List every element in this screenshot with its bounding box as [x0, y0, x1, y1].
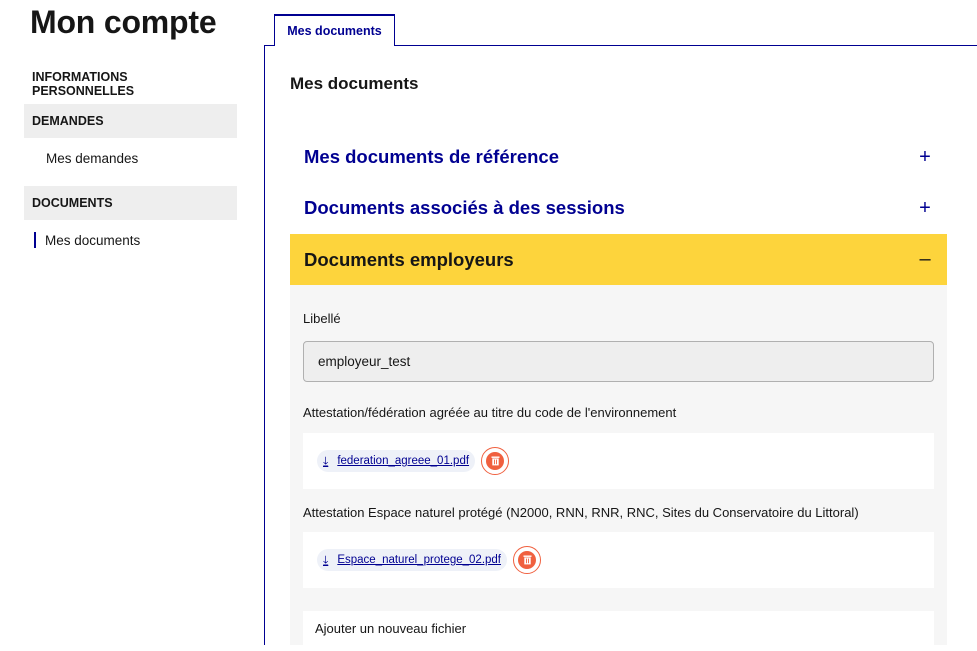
accordion-label: Documents employeurs: [304, 248, 514, 270]
sidebar-section-demandes: DEMANDES: [24, 104, 237, 138]
file-name: federation_agreee_01.pdf: [337, 455, 470, 467]
sidebar-section-label: DEMANDES: [32, 114, 104, 128]
libelle-label: Libellé: [303, 311, 341, 326]
plus-icon: +: [919, 145, 931, 168]
minus-icon: –: [919, 248, 931, 270]
accordion-documents-associes-sessions[interactable]: Documents associés à des sessions +: [290, 182, 947, 234]
plus-icon: +: [919, 196, 931, 219]
attestation-label: Attestation Espace naturel protégé (N200…: [303, 505, 859, 520]
trash-icon: [486, 452, 505, 470]
sidebar-section-label: DOCUMENTS: [32, 196, 113, 210]
sidebar-item-mes-documents[interactable]: Mes documents: [24, 220, 237, 260]
file-row: ⤓ Espace_naturel_protege_02.pdf: [303, 532, 934, 588]
accordion-label: Documents associés à des sessions: [304, 197, 625, 218]
page-title: Mon compte: [30, 4, 217, 40]
download-icon: ⤓: [323, 552, 329, 567]
tab-label: Mes documents: [287, 24, 382, 38]
file-row: ⤓ federation_agreee_01.pdf: [303, 433, 934, 489]
sidebar-item-label: Mes documents: [45, 232, 141, 248]
sidebar-section-documents: DOCUMENTS: [24, 186, 237, 220]
download-icon: ⤓: [323, 453, 329, 468]
active-indicator: [34, 232, 36, 248]
sidebar-item-label: Mes demandes: [46, 150, 139, 166]
sidebar-section-informations-personnelles[interactable]: INFORMATIONS PERSONNELLES: [24, 68, 237, 104]
file-name: Espace_naturel_protege_02.pdf: [337, 554, 501, 566]
add-file-label: Ajouter un nouveau fichier: [315, 621, 467, 636]
panel-title: Mes documents: [290, 74, 419, 93]
trash-icon: [518, 551, 536, 569]
accordion-mes-documents-de-reference[interactable]: Mes documents de référence +: [290, 132, 947, 182]
accordion-label: Mes documents de référence: [304, 146, 559, 167]
sidebar-item-mes-demandes[interactable]: Mes demandes: [24, 138, 237, 178]
accordion-documents-employeurs[interactable]: Documents employeurs –: [290, 234, 947, 285]
delete-file-button[interactable]: [513, 546, 541, 574]
file-download-link[interactable]: ⤓ Espace_naturel_protege_02.pdf: [317, 549, 507, 571]
sidebar-menu: INFORMATIONS PERSONNELLES DEMANDES Mes d…: [24, 68, 237, 260]
tab-mes-documents[interactable]: Mes documents: [274, 14, 395, 46]
libelle-input[interactable]: [303, 341, 934, 382]
file-download-link[interactable]: ⤓ federation_agreee_01.pdf: [317, 450, 476, 472]
attestation-label: Attestation/fédération agréée au titre d…: [303, 405, 677, 420]
add-file-section: Ajouter un nouveau fichier: [303, 611, 934, 651]
delete-file-button[interactable]: [481, 447, 510, 475]
